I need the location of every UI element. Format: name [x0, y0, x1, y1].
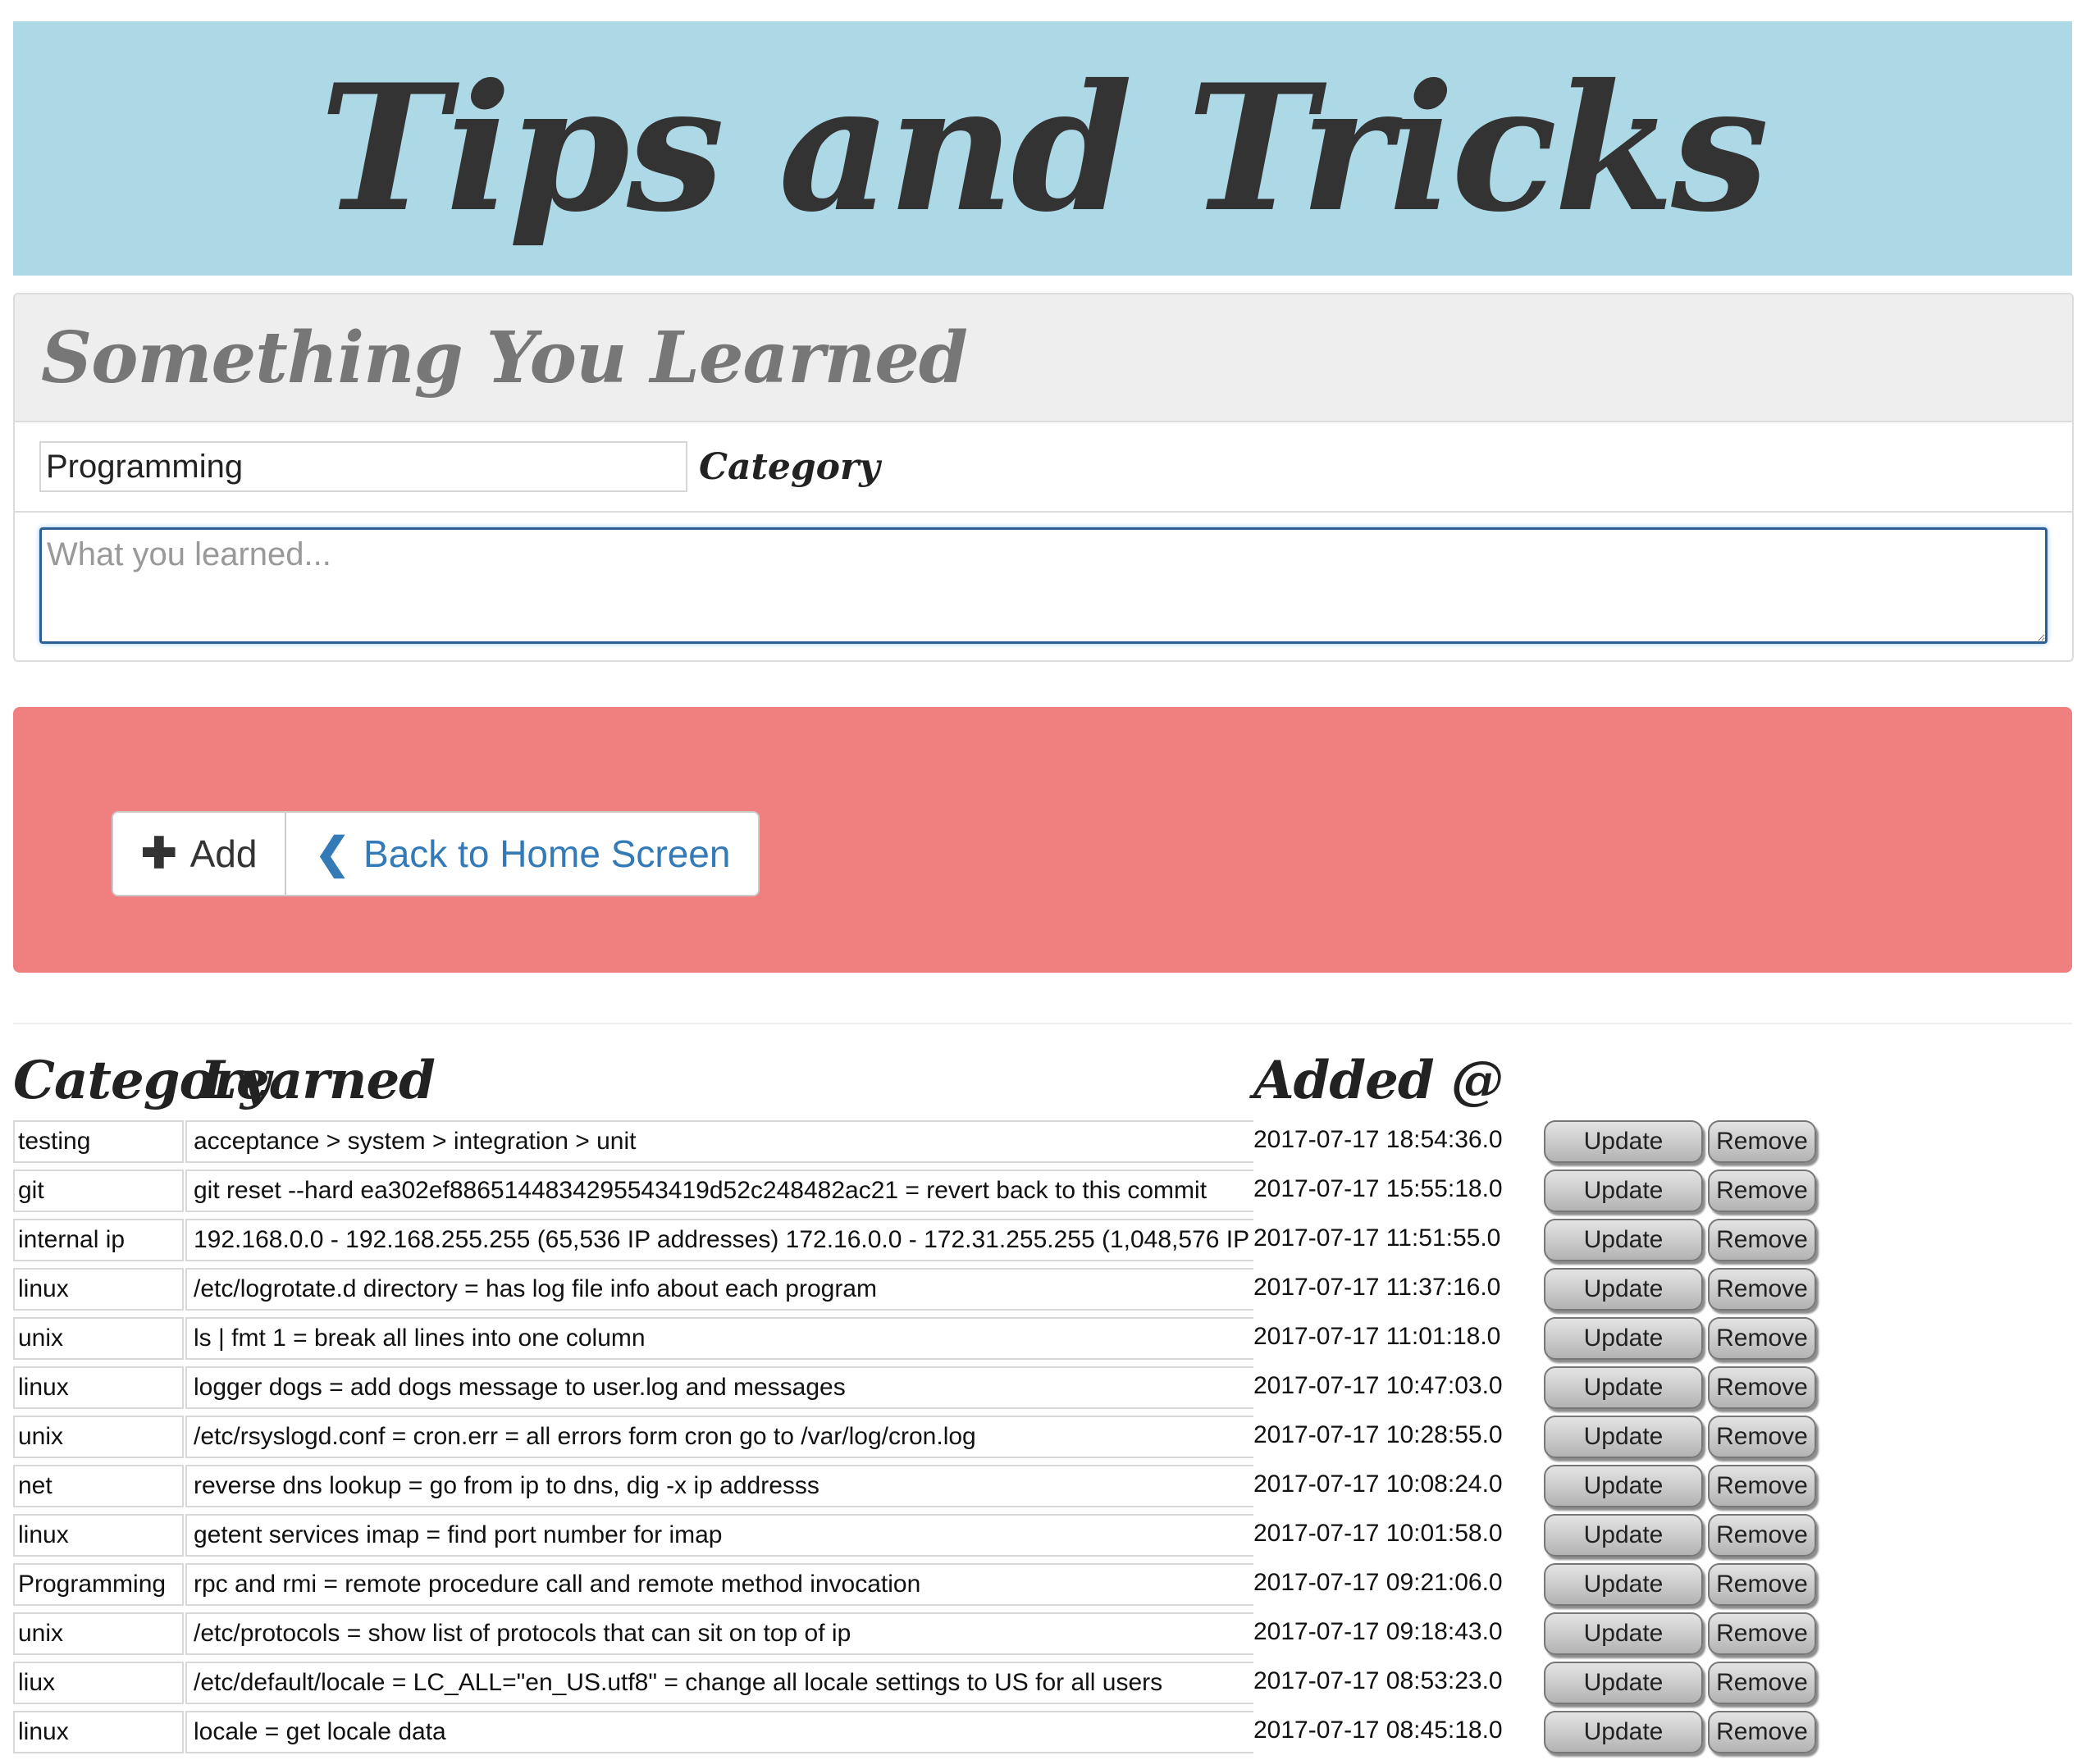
add-button[interactable]: ✚ Add: [113, 813, 287, 895]
panel-title: Something You Learned: [41, 316, 968, 399]
row-learned: acceptance > system > integration > unit: [185, 1120, 1265, 1163]
plus-icon: ✚: [141, 830, 177, 878]
row-category: liux: [13, 1662, 184, 1704]
back-home-button[interactable]: ❮ Back to Home Screen: [286, 813, 759, 895]
row-learned: getent services imap = find port number …: [185, 1514, 1265, 1557]
row-added-date: 2017-07-17 10:47:03.0: [1253, 1366, 1503, 1409]
row-added-date: 2017-07-17 10:08:24.0: [1253, 1465, 1503, 1507]
remove-button[interactable]: Remove: [1708, 1366, 1816, 1409]
row-learned: 192.168.0.0 - 192.168.255.255 (65,536 IP…: [185, 1219, 1265, 1261]
remove-button[interactable]: Remove: [1708, 1612, 1816, 1655]
learned-row: [15, 513, 2072, 648]
row-learned: locale = get locale data: [185, 1711, 1265, 1753]
category-input[interactable]: [39, 441, 687, 492]
row-learned: ls | fmt 1 = break all lines into one co…: [185, 1317, 1265, 1360]
section-divider: [13, 1023, 2072, 1024]
page-header: Tips and Tricks: [13, 21, 2072, 276]
update-button[interactable]: Update: [1544, 1120, 1703, 1163]
row-learned: /etc/protocols = show list of protocols …: [185, 1612, 1265, 1655]
row-category: testing: [13, 1120, 184, 1163]
remove-button[interactable]: Remove: [1708, 1317, 1816, 1360]
update-button[interactable]: Update: [1544, 1612, 1703, 1655]
row-category: linux: [13, 1711, 184, 1753]
update-button[interactable]: Update: [1544, 1219, 1703, 1261]
row-category: unix: [13, 1317, 184, 1360]
row-added-date: 2017-07-17 09:18:43.0: [1253, 1612, 1503, 1655]
remove-button[interactable]: Remove: [1708, 1563, 1816, 1606]
update-button[interactable]: Update: [1544, 1268, 1703, 1311]
remove-button[interactable]: Remove: [1708, 1514, 1816, 1557]
update-button[interactable]: Update: [1544, 1662, 1703, 1704]
remove-button[interactable]: Remove: [1708, 1416, 1816, 1458]
update-button[interactable]: Update: [1544, 1366, 1703, 1409]
row-learned: /etc/rsyslogd.conf = cron.err = all erro…: [185, 1416, 1265, 1458]
update-button[interactable]: Update: [1544, 1563, 1703, 1606]
row-added-date: 2017-07-17 11:01:18.0: [1253, 1317, 1501, 1360]
row-learned: logger dogs = add dogs message to user.l…: [185, 1366, 1265, 1409]
row-category: linux: [13, 1366, 184, 1409]
remove-button[interactable]: Remove: [1708, 1268, 1816, 1311]
learned-textarea[interactable]: [39, 527, 2048, 644]
row-learned: /etc/logrotate.d directory = has log fil…: [185, 1268, 1265, 1311]
row-added-date: 2017-07-17 18:54:36.0: [1253, 1120, 1503, 1163]
row-learned: git reset --hard ea302ef8865144834295543…: [185, 1170, 1265, 1212]
header-learned: Learned: [200, 1050, 436, 1111]
row-added-date: 2017-07-17 15:55:18.0: [1253, 1170, 1503, 1212]
page-title: Tips and Tricks: [319, 46, 1769, 250]
row-category: unix: [13, 1416, 184, 1458]
remove-button[interactable]: Remove: [1708, 1662, 1816, 1704]
update-button[interactable]: Update: [1544, 1317, 1703, 1360]
row-added-date: 2017-07-17 08:53:23.0: [1253, 1662, 1503, 1704]
action-button-group: ✚ Add ❮ Back to Home Screen: [112, 811, 760, 896]
update-button[interactable]: Update: [1544, 1465, 1703, 1507]
chevron-left-icon: ❮: [314, 830, 351, 878]
remove-button[interactable]: Remove: [1708, 1170, 1816, 1212]
back-home-label: Back to Home Screen: [363, 832, 731, 875]
category-row: Category: [15, 422, 2072, 513]
row-learned: rpc and rmi = remote procedure call and …: [185, 1563, 1265, 1606]
update-button[interactable]: Update: [1544, 1416, 1703, 1458]
update-button[interactable]: Update: [1544, 1514, 1703, 1557]
row-learned: reverse dns lookup = go from ip to dns, …: [185, 1465, 1265, 1507]
row-category: linux: [13, 1514, 184, 1557]
row-learned: /etc/default/locale = LC_ALL="en_US.utf8…: [185, 1662, 1265, 1704]
row-category: net: [13, 1465, 184, 1507]
remove-button[interactable]: Remove: [1708, 1120, 1816, 1163]
header-added: Added @: [1253, 1050, 1504, 1111]
row-category: Programming: [13, 1563, 184, 1606]
row-added-date: 2017-07-17 11:51:55.0: [1253, 1219, 1501, 1261]
remove-button[interactable]: Remove: [1708, 1465, 1816, 1507]
row-added-date: 2017-07-17 10:28:55.0: [1253, 1416, 1503, 1458]
row-added-date: 2017-07-17 08:45:18.0: [1253, 1711, 1503, 1753]
category-label: Category: [699, 445, 880, 488]
update-button[interactable]: Update: [1544, 1170, 1703, 1212]
action-bar: ✚ Add ❮ Back to Home Screen: [13, 707, 2072, 973]
row-category: internal ip: [13, 1219, 184, 1261]
row-category: linux: [13, 1268, 184, 1311]
row-added-date: 2017-07-17 11:37:16.0: [1253, 1268, 1501, 1311]
update-button[interactable]: Update: [1544, 1711, 1703, 1753]
panel-heading: Something You Learned: [15, 294, 2072, 422]
remove-button[interactable]: Remove: [1708, 1219, 1816, 1261]
row-added-date: 2017-07-17 10:01:58.0: [1253, 1514, 1503, 1557]
row-category: git: [13, 1170, 184, 1212]
remove-button[interactable]: Remove: [1708, 1711, 1816, 1753]
row-category: unix: [13, 1612, 184, 1655]
learned-form-panel: Something You Learned Category: [13, 293, 2074, 662]
row-added-date: 2017-07-17 09:21:06.0: [1253, 1563, 1503, 1606]
add-button-label: Add: [189, 832, 258, 875]
